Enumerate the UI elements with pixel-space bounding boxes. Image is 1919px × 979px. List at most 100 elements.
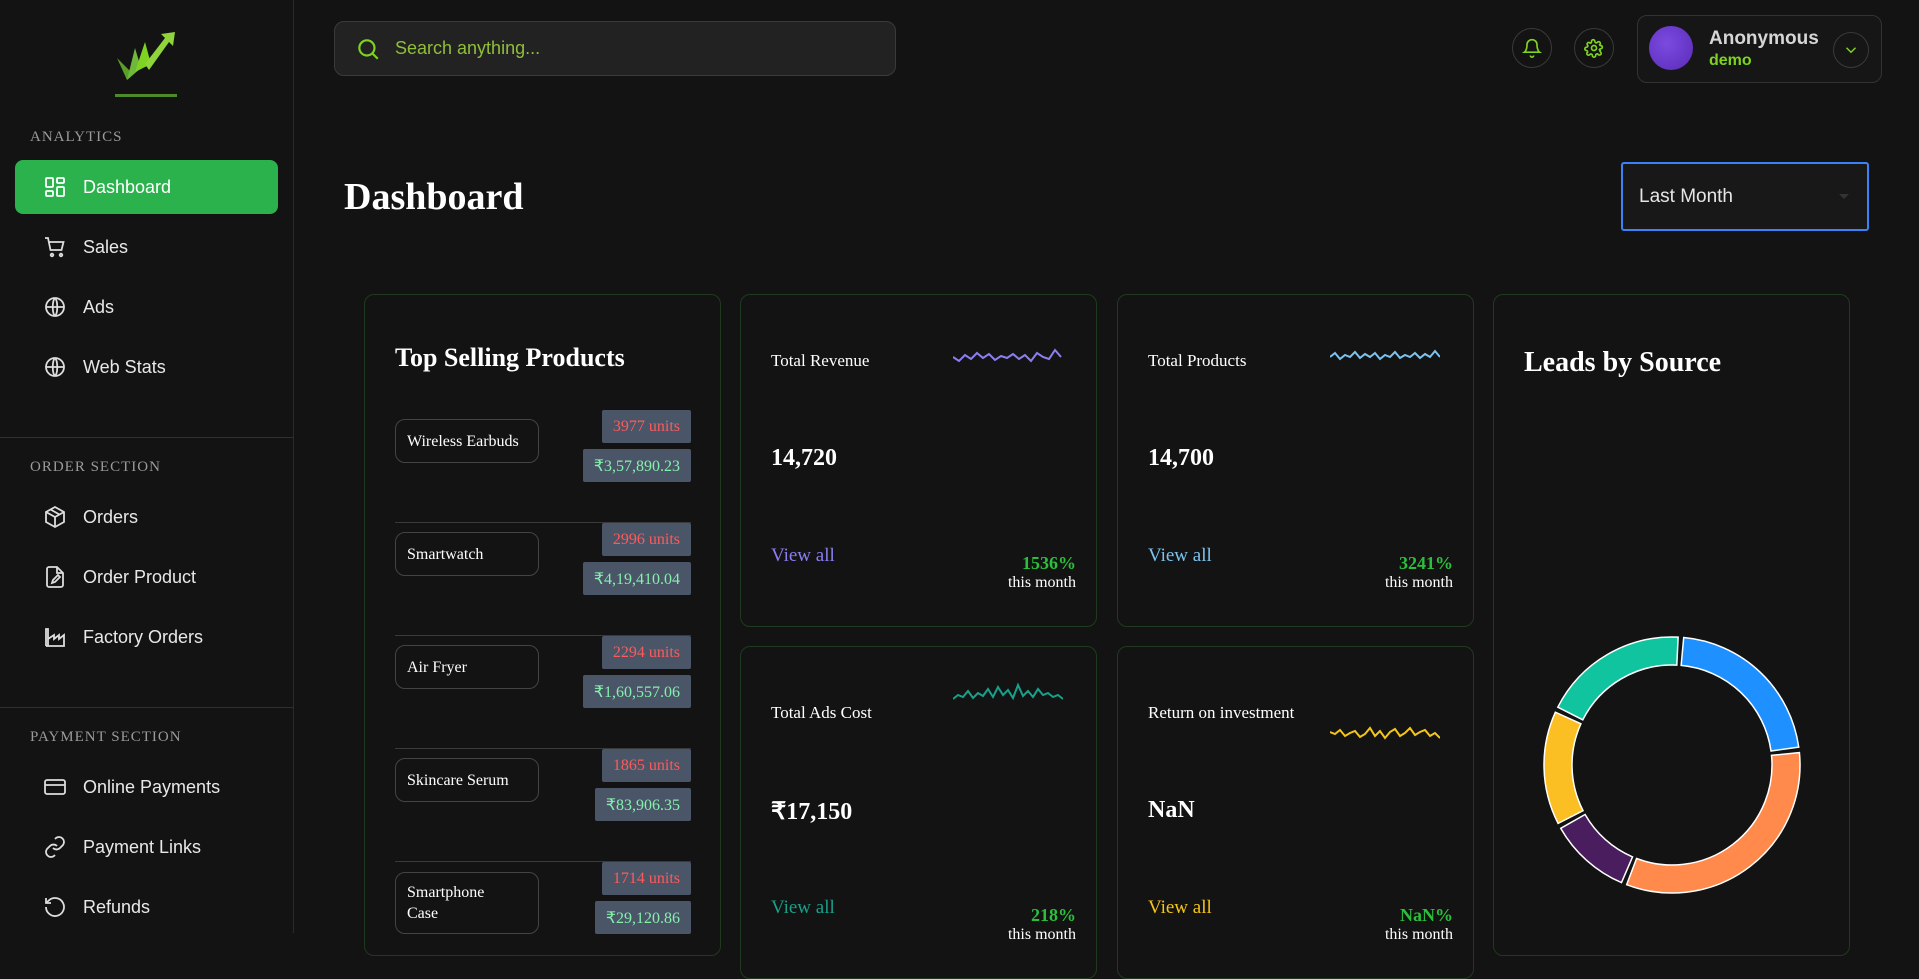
list-item: Smartwatch 2996 units ₹4,19,410.04 — [395, 523, 691, 636]
view-all-link[interactable]: View all — [771, 897, 835, 919]
sidebar-item-label: Order Product — [83, 566, 197, 587]
sidebar-item-dashboard[interactable]: Dashboard — [15, 160, 278, 214]
sidebar-item-refunds[interactable]: Refunds — [15, 880, 278, 933]
factory-icon — [43, 625, 67, 649]
stat-percent: NaN% — [1400, 905, 1453, 925]
link-icon — [43, 835, 67, 859]
period-select-value: Last Month — [1639, 185, 1733, 207]
stat-label: Total Revenue — [771, 351, 870, 370]
product-name: Smartphone Case — [395, 872, 539, 934]
donut-slice[interactable] — [1680, 636, 1800, 752]
sidebar-item-online-payments[interactable]: Online Payments — [15, 760, 278, 814]
stat-percent: 218% — [1031, 905, 1076, 925]
stat-label: Total Products — [1148, 351, 1247, 370]
sidebar-item-label: Dashboard — [83, 176, 172, 197]
sidebar-item-sales[interactable]: Sales — [15, 220, 278, 274]
period-select[interactable]: Last Month — [1621, 162, 1869, 231]
sidebar-divider — [0, 437, 293, 438]
user-menu-toggle[interactable] — [1833, 32, 1869, 68]
leads-donut-chart — [1543, 636, 1801, 894]
search-bar[interactable] — [334, 21, 896, 76]
gear-icon — [1584, 38, 1604, 58]
stat-card-total-revenue: Total Revenue 14,720 View all 1536% this… — [740, 294, 1097, 627]
sidebar-item-label: Factory Orders — [83, 626, 204, 647]
package-icon — [43, 505, 67, 529]
globe-icon — [43, 355, 67, 379]
revenue-badge: ₹1,60,557.06 — [582, 675, 691, 708]
section-title-payments: PAYMENT SECTION — [30, 729, 182, 745]
revenue-badge: ₹4,19,410.04 — [582, 562, 691, 595]
stat-percent: 3241% — [1399, 553, 1453, 573]
user-menu[interactable]: Anonymous demo — [1637, 15, 1882, 83]
revenue-badge: ₹83,906.35 — [594, 788, 691, 821]
credit-card-icon — [43, 775, 67, 799]
stat-percent: 1536% — [1022, 553, 1076, 573]
product-name: Smartwatch — [395, 532, 539, 576]
sparkline — [953, 682, 1063, 701]
brand-logo — [115, 32, 177, 97]
sidebar-item-orders[interactable]: Orders — [15, 490, 278, 544]
stat-card-roi: Return on investment NaN View all NaN% t… — [1117, 646, 1474, 979]
settings-button[interactable] — [1574, 28, 1614, 68]
stat-period: this month — [1007, 926, 1076, 943]
dashboard-icon — [43, 175, 67, 199]
sidebar-item-label: Orders — [83, 506, 139, 527]
view-all-link[interactable]: View all — [771, 545, 835, 567]
list-item: Skincare Serum 1865 units ₹83,906.35 — [395, 749, 691, 862]
user-role: demo — [1709, 52, 1752, 69]
sparkline — [953, 348, 1062, 363]
stat-value: 14,700 — [1148, 445, 1214, 471]
units-badge: 1865 units — [601, 749, 691, 782]
stat-period: this month — [1384, 926, 1453, 943]
leads-card: Leads by Source — [1493, 294, 1850, 956]
chevron-down-icon — [1839, 194, 1849, 199]
units-badge: 2294 units — [601, 636, 691, 669]
stat-value: ₹17,150 — [771, 799, 853, 825]
sidebar-item-label: Refunds — [83, 896, 151, 917]
sidebar: ANALYTICS Dashboard Sales Ads Web Stats … — [0, 0, 294, 933]
donut-slice[interactable] — [1625, 751, 1801, 894]
sidebar-item-factory-orders[interactable]: Factory Orders — [15, 610, 278, 664]
units-badge: 3977 units — [601, 410, 691, 443]
sidebar-divider — [0, 707, 293, 708]
product-name: Skincare Serum — [395, 758, 539, 802]
list-item: Smartphone Case 1714 units ₹29,120.86 — [395, 862, 691, 975]
revenue-badge: ₹3,57,890.23 — [582, 449, 691, 482]
view-all-link[interactable]: View all — [1148, 545, 1212, 567]
stat-label: Total Ads Cost — [771, 703, 872, 722]
stat-period: this month — [1384, 574, 1453, 591]
file-edit-icon — [43, 565, 67, 589]
stat-card-total-products: Total Products 14,700 View all 3241% thi… — [1117, 294, 1474, 627]
donut-slice[interactable] — [1543, 711, 1585, 825]
sidebar-item-ads[interactable]: Ads — [15, 280, 278, 334]
search-input[interactable] — [393, 37, 877, 60]
stat-card-total-ads-cost: Total Ads Cost ₹17,150 View all 218% thi… — [740, 646, 1097, 979]
stat-value: NaN — [1148, 797, 1195, 823]
search-icon — [358, 38, 379, 60]
list-item: Air Fryer 2294 units ₹1,60,557.06 — [395, 636, 691, 749]
cart-icon — [43, 235, 67, 259]
globe-icon — [43, 295, 67, 319]
refund-icon — [43, 895, 67, 919]
notifications-button[interactable] — [1512, 28, 1552, 68]
bell-icon — [1522, 38, 1542, 58]
sidebar-item-label: Payment Links — [83, 836, 202, 857]
section-title-orders: ORDER SECTION — [30, 459, 161, 475]
sidebar-item-order-product[interactable]: Order Product — [15, 550, 278, 604]
view-all-link[interactable]: View all — [1148, 897, 1212, 919]
stat-period: this month — [1007, 574, 1076, 591]
sparkline — [1330, 349, 1440, 361]
stat-value: 14,720 — [771, 445, 837, 471]
donut-slice[interactable] — [1559, 813, 1634, 884]
section-title-analytics: ANALYTICS — [30, 129, 123, 145]
donut-slice[interactable] — [1556, 636, 1679, 721]
units-badge: 2996 units — [601, 523, 691, 556]
sidebar-item-payment-links[interactable]: Payment Links — [15, 820, 278, 874]
chevron-down-icon — [1845, 47, 1857, 54]
card-title: Top Selling Products — [395, 343, 625, 372]
sidebar-item-label: Online Payments — [83, 776, 221, 797]
list-item: Wireless Earbuds 3977 units ₹3,57,890.23 — [395, 410, 691, 523]
sidebar-item-web-stats[interactable]: Web Stats — [15, 340, 278, 394]
stat-label: Return on investment — [1148, 703, 1295, 722]
user-name: Anonymous — [1709, 28, 1819, 49]
